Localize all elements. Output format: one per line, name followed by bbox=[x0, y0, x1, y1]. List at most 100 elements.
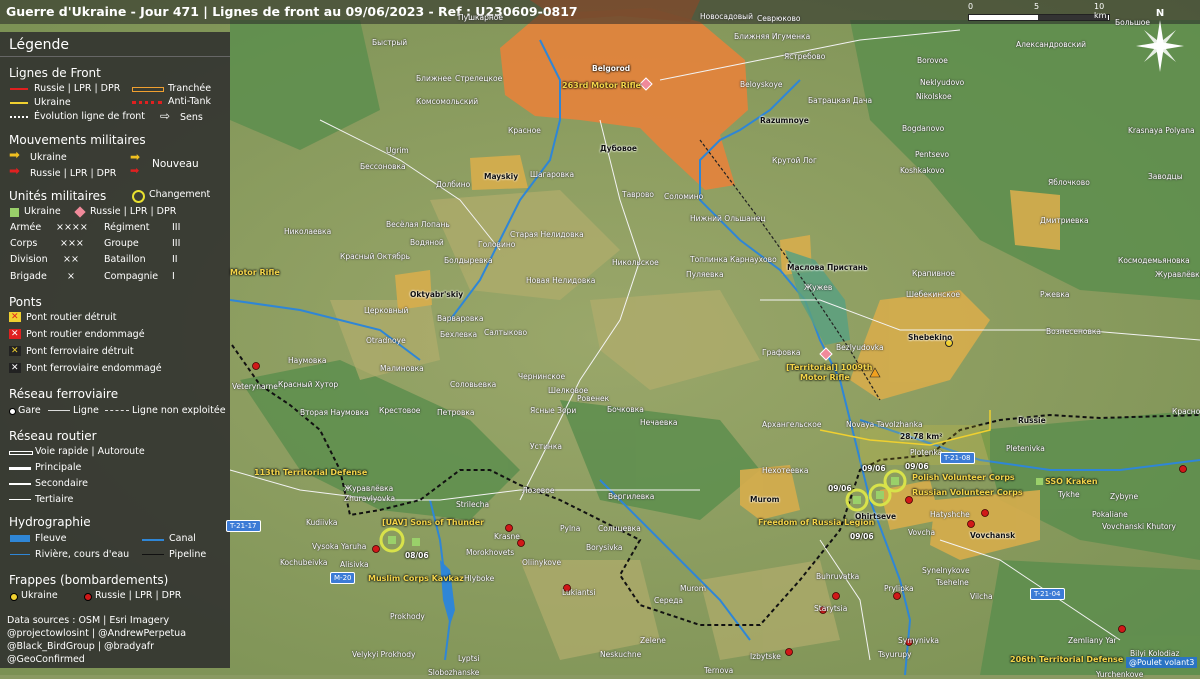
legend-direction: Sens bbox=[180, 112, 203, 123]
place-label: Церковный bbox=[364, 306, 409, 315]
unit-label: SSO Kraken bbox=[1045, 477, 1098, 486]
place-label: Kudiivka bbox=[306, 518, 338, 527]
unit-regiment-sym: III bbox=[172, 222, 181, 233]
place-label: Красное bbox=[1172, 407, 1200, 416]
place-label: Вергилевка bbox=[608, 492, 655, 501]
arrow-new-russia-icon: ➡ bbox=[130, 164, 140, 177]
legend-rail-station: Gare bbox=[18, 405, 41, 416]
place-label: Pokaliane bbox=[1092, 510, 1128, 519]
legend-hydro-canal: Canal bbox=[169, 533, 196, 544]
date-label: 09/06 bbox=[905, 462, 929, 471]
unit-brigade-sym: × bbox=[67, 271, 75, 282]
unit-label: [Territorial] 1009th bbox=[786, 363, 873, 372]
swatch-change bbox=[132, 190, 145, 203]
unit-corps-sym: ××× bbox=[60, 238, 84, 249]
place-label: Symynivka bbox=[898, 636, 940, 645]
place-label: Бессоновка bbox=[360, 162, 406, 171]
legend-hydro-river: Fleuve bbox=[35, 533, 67, 544]
place-label: Krasne bbox=[494, 532, 520, 541]
place-label: Никольское bbox=[612, 258, 659, 267]
legend-units-title: Unités militaires bbox=[9, 189, 107, 203]
place-label: Таврово bbox=[622, 190, 654, 199]
place-label: 28.78 km² bbox=[900, 432, 943, 441]
place-label: Варваровка bbox=[437, 314, 484, 323]
place-label: Нехотеевка bbox=[762, 466, 809, 475]
legend-bridge-rail-damaged: Pont ferroviaire endommagé bbox=[26, 363, 162, 374]
legend-road-secondary: Secondaire bbox=[35, 478, 88, 489]
place-label: Borysivka bbox=[586, 543, 623, 552]
arrow-ukraine-icon: ➡ bbox=[9, 148, 20, 163]
legend-move-new: Nouveau bbox=[152, 158, 199, 170]
place-label: Пуляевка bbox=[686, 270, 724, 279]
place-label: Соломино bbox=[664, 192, 704, 201]
bridge-destroyed-icon: ✕ bbox=[9, 312, 21, 322]
unit-division-sym: ×× bbox=[63, 254, 79, 265]
swatch-rail-line bbox=[48, 410, 70, 411]
place-label: Novaya Tavolzhanka bbox=[846, 420, 923, 429]
place-label: Tsehelne bbox=[936, 578, 969, 587]
place-label: Крапивное bbox=[912, 269, 955, 278]
place-label: Belgorod bbox=[592, 64, 631, 73]
place-label: Ближнее bbox=[416, 74, 452, 83]
place-label: Hatyshche bbox=[930, 510, 970, 519]
strike-ukraine-icon bbox=[10, 593, 18, 601]
place-label: Oliinykove bbox=[522, 558, 562, 567]
legend-front-russia: Russie | LPR | DPR bbox=[34, 83, 121, 94]
place-label: Bezlyudovka bbox=[836, 343, 884, 352]
swatch-front-russia bbox=[10, 88, 28, 90]
swatch-secondary-road bbox=[9, 483, 31, 485]
legend-front-evolution: Évolution ligne de front bbox=[34, 111, 146, 122]
data-sources: Data sources : OSM | Esri Imagery @proje… bbox=[7, 615, 187, 665]
scale-bar: 0 5 10 km bbox=[968, 2, 1118, 24]
place-label: Tsyurupy bbox=[878, 650, 912, 659]
legend-move-russia: Russie | LPR | DPR bbox=[30, 168, 117, 179]
place-label: Krasnaya Polyana bbox=[1128, 126, 1195, 135]
legend-road-main: Principale bbox=[35, 462, 82, 473]
place-label: Карнаухово bbox=[730, 255, 777, 264]
place-label: Заводцы bbox=[1148, 172, 1183, 181]
unit-label: 263rd Motor Rifle bbox=[562, 81, 641, 90]
place-label: Малиновка bbox=[380, 364, 424, 373]
place-label: Дубовое bbox=[600, 144, 637, 153]
rail-bridge-damaged-icon: ✕ bbox=[9, 363, 21, 373]
unit-label: Russian Volunteer Corps bbox=[912, 488, 1023, 497]
legend-road-tertiary: Tertiaire bbox=[35, 494, 74, 505]
place-label: Головино bbox=[478, 240, 516, 249]
legend-move-ukraine: Ukraine bbox=[30, 152, 67, 163]
legend-unit-ukraine: Ukraine bbox=[24, 206, 61, 217]
place-label: Neskuchne bbox=[600, 650, 642, 659]
legend-bridges-title: Ponts bbox=[9, 295, 42, 309]
place-label: Дмитриевка bbox=[1040, 216, 1089, 225]
place-label: Бехлевка bbox=[440, 330, 478, 339]
place-label: Lukiantsi bbox=[562, 588, 596, 597]
unit-label: Muslim Corps Kavkaz bbox=[368, 574, 464, 583]
place-label: Красное bbox=[508, 126, 541, 135]
place-label: Салтыково bbox=[484, 328, 528, 337]
place-label: Ternova bbox=[704, 666, 734, 675]
author-credit: @Poulet volant3 bbox=[1126, 657, 1198, 668]
legend-separator bbox=[0, 56, 230, 57]
unit-battalion: Bataillon bbox=[104, 254, 146, 265]
place-label: Шебекинское bbox=[906, 290, 961, 299]
place-label: Ровенек bbox=[577, 394, 610, 403]
place-label: Ближняя Игуменка bbox=[734, 32, 811, 41]
place-label: Старая Нелидовка bbox=[510, 230, 584, 239]
unit-label: Motor Rifle bbox=[800, 373, 850, 382]
legend-bridge-rail-destroyed: Pont ferroviaire détruit bbox=[26, 346, 134, 357]
swatch-tertiary-road bbox=[9, 499, 31, 500]
place-label: Петровка bbox=[437, 408, 475, 417]
arrow-russia-icon: ➡ bbox=[9, 164, 20, 179]
swatch-highway bbox=[9, 451, 33, 455]
bridge-damaged-icon: ✕ bbox=[9, 329, 21, 339]
place-label: Pentsevo bbox=[915, 150, 950, 159]
legend-panel: Légende Lignes de Front Russie | LPR | D… bbox=[0, 32, 230, 668]
place-label: Водяной bbox=[410, 238, 444, 247]
place-label: Oktyabr'skiy bbox=[410, 290, 464, 299]
date-label: 09/06 bbox=[862, 464, 886, 473]
unit-corps: Corps bbox=[10, 238, 38, 249]
place-label: Николаевка bbox=[284, 227, 332, 236]
place-label: Красный Хутор bbox=[278, 380, 339, 389]
legend-strikes-title: Frappes (bombardements) bbox=[9, 573, 169, 587]
road-shield: T-21-04 bbox=[1030, 588, 1065, 600]
unit-brigade: Brigade bbox=[10, 271, 47, 282]
